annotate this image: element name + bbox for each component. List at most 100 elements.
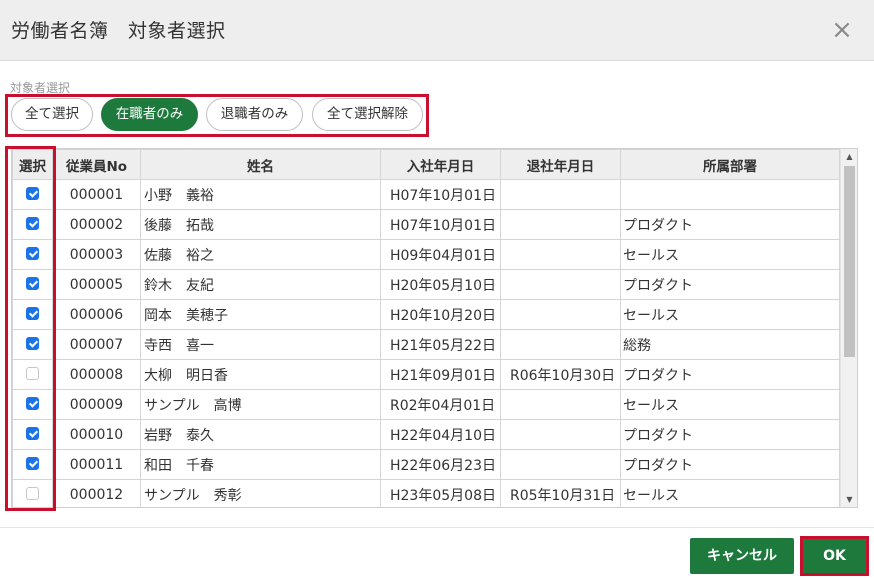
name-cell: 寺西 喜一: [140, 329, 381, 360]
select-cell[interactable]: [12, 209, 53, 240]
hire-date-cell: H07年10月01日: [380, 209, 501, 240]
department-cell: セールス: [620, 239, 840, 270]
table-row[interactable]: 000007 寺西 喜一 H21年05月22日 総務: [12, 329, 840, 360]
employee-no-cell: 000008: [52, 359, 141, 390]
checkbox-checked-icon[interactable]: [26, 427, 39, 440]
hire-date-cell: H23年05月08日: [380, 479, 501, 507]
hire-date-cell: H21年05月22日: [380, 329, 501, 360]
select-all-button[interactable]: 全て選択: [11, 98, 93, 131]
leave-date-cell: [500, 209, 621, 240]
scroll-down-icon[interactable]: ▼: [841, 492, 858, 507]
checkbox-checked-icon[interactable]: [26, 277, 39, 290]
hire-date-cell: H22年04月10日: [380, 419, 501, 450]
table-row[interactable]: 000005 鈴木 友紀 H20年05月10日 プロダクト: [12, 269, 840, 300]
employee-no-cell: 000006: [52, 299, 141, 330]
table-row[interactable]: 000011 和田 千春 H22年06月23日 プロダクト: [12, 449, 840, 480]
table-header-row: 選択 従業員No 姓名 入社年月日 退社年月日 所属部署: [12, 149, 840, 180]
checkbox-checked-icon[interactable]: [26, 307, 39, 320]
leave-date-cell: [500, 269, 621, 300]
department-cell: プロダクト: [620, 209, 840, 240]
leave-date-cell: [500, 299, 621, 330]
table-row[interactable]: 000002 後藤 拓哉 H07年10月01日 プロダクト: [12, 209, 840, 240]
employee-no-cell: 000011: [52, 449, 141, 480]
leave-date-cell: R06年10月30日: [500, 359, 621, 390]
retired-only-button[interactable]: 退職者のみ: [206, 98, 303, 131]
table-scrollbar[interactable]: ▲ ▼: [840, 149, 857, 507]
select-cell[interactable]: [12, 299, 53, 330]
name-cell: 大柳 明日香: [140, 359, 381, 390]
employee-no-cell: 000001: [52, 179, 141, 210]
select-cell[interactable]: [12, 479, 53, 507]
hire-date-cell: H09年04月01日: [380, 239, 501, 270]
deselect-all-button[interactable]: 全て選択解除: [312, 98, 423, 131]
leave-date-cell: [500, 449, 621, 480]
checkbox-checked-icon[interactable]: [26, 397, 39, 410]
name-cell: サンプル 高博: [140, 389, 381, 420]
column-header-select[interactable]: 選択: [12, 149, 53, 180]
cancel-button[interactable]: キャンセル: [690, 538, 794, 574]
hire-date-cell: H22年06月23日: [380, 449, 501, 480]
table-row[interactable]: 000001 小野 義裕 H07年10月01日: [12, 179, 840, 210]
table-row[interactable]: 000008 大柳 明日香 H21年09月01日 R06年10月30日 プロダクト: [12, 359, 840, 390]
select-cell[interactable]: [12, 269, 53, 300]
employee-no-cell: 000007: [52, 329, 141, 360]
column-header-leave-date[interactable]: 退社年月日: [500, 149, 621, 180]
name-cell: 小野 義裕: [140, 179, 381, 210]
select-cell[interactable]: [12, 389, 53, 420]
checkbox-checked-icon[interactable]: [26, 247, 39, 260]
employee-no-cell: 000012: [52, 479, 141, 507]
employee-no-cell: 000005: [52, 269, 141, 300]
ok-button[interactable]: OK: [803, 538, 866, 574]
name-cell: 岩野 泰久: [140, 419, 381, 450]
leave-date-cell: [500, 239, 621, 270]
scroll-up-icon[interactable]: ▲: [841, 149, 858, 164]
select-cell[interactable]: [12, 359, 53, 390]
leave-date-cell: [500, 179, 621, 210]
footer-divider: [0, 527, 874, 528]
name-cell: 岡本 美穂子: [140, 299, 381, 330]
column-header-name[interactable]: 姓名: [140, 149, 381, 180]
leave-date-cell: R05年10月31日: [500, 479, 621, 507]
table-row[interactable]: 000003 佐藤 裕之 H09年04月01日 セールス: [12, 239, 840, 270]
select-cell[interactable]: [12, 329, 53, 360]
column-header-employee-no[interactable]: 従業員No: [52, 149, 141, 180]
table-row[interactable]: 000010 岩野 泰久 H22年04月10日 プロダクト: [12, 419, 840, 450]
table-row[interactable]: 000012 サンプル 秀彰 H23年05月08日 R05年10月31日 セールス: [12, 479, 840, 507]
checkbox-checked-icon[interactable]: [26, 457, 39, 470]
table-row[interactable]: 000009 サンプル 高博 R02年04月01日 セールス: [12, 389, 840, 420]
checkbox-checked-icon[interactable]: [26, 187, 39, 200]
column-header-department[interactable]: 所属部署: [620, 149, 840, 180]
checkbox-checked-icon[interactable]: [26, 337, 39, 350]
checkbox-checked-icon[interactable]: [26, 217, 39, 230]
employee-no-cell: 000003: [52, 239, 141, 270]
name-cell: サンプル 秀彰: [140, 479, 381, 507]
active-only-button[interactable]: 在職者のみ: [101, 98, 198, 131]
department-cell: プロダクト: [620, 359, 840, 390]
select-cell[interactable]: [12, 449, 53, 480]
leave-date-cell: [500, 419, 621, 450]
scrollbar-thumb[interactable]: [844, 166, 855, 357]
hire-date-cell: H07年10月01日: [380, 179, 501, 210]
select-cell[interactable]: [12, 179, 53, 210]
employee-table-container: 選択 従業員No 姓名 入社年月日 退社年月日 所属部署 000001 小野 義裕…: [11, 148, 858, 508]
employee-table: 選択 従業員No 姓名 入社年月日 退社年月日 所属部署 000001 小野 義裕…: [12, 149, 840, 507]
department-cell: プロダクト: [620, 449, 840, 480]
checkbox-unchecked-icon[interactable]: [26, 487, 39, 500]
department-cell: 総務: [620, 329, 840, 360]
employee-no-cell: 000009: [52, 389, 141, 420]
leave-date-cell: [500, 389, 621, 420]
department-cell: セールス: [620, 299, 840, 330]
close-icon[interactable]: ×: [828, 16, 856, 44]
table-row[interactable]: 000006 岡本 美穂子 H20年10月20日 セールス: [12, 299, 840, 330]
department-cell: プロダクト: [620, 419, 840, 450]
hire-date-cell: H21年09月01日: [380, 359, 501, 390]
department-cell: [620, 179, 840, 210]
name-cell: 後藤 拓哉: [140, 209, 381, 240]
column-header-hire-date[interactable]: 入社年月日: [380, 149, 501, 180]
department-cell: プロダクト: [620, 269, 840, 300]
checkbox-unchecked-icon[interactable]: [26, 367, 39, 380]
dialog-header: 労働者名簿 対象者選択 ×: [0, 0, 874, 61]
select-cell[interactable]: [12, 239, 53, 270]
select-cell[interactable]: [12, 419, 53, 450]
department-cell: セールス: [620, 479, 840, 507]
